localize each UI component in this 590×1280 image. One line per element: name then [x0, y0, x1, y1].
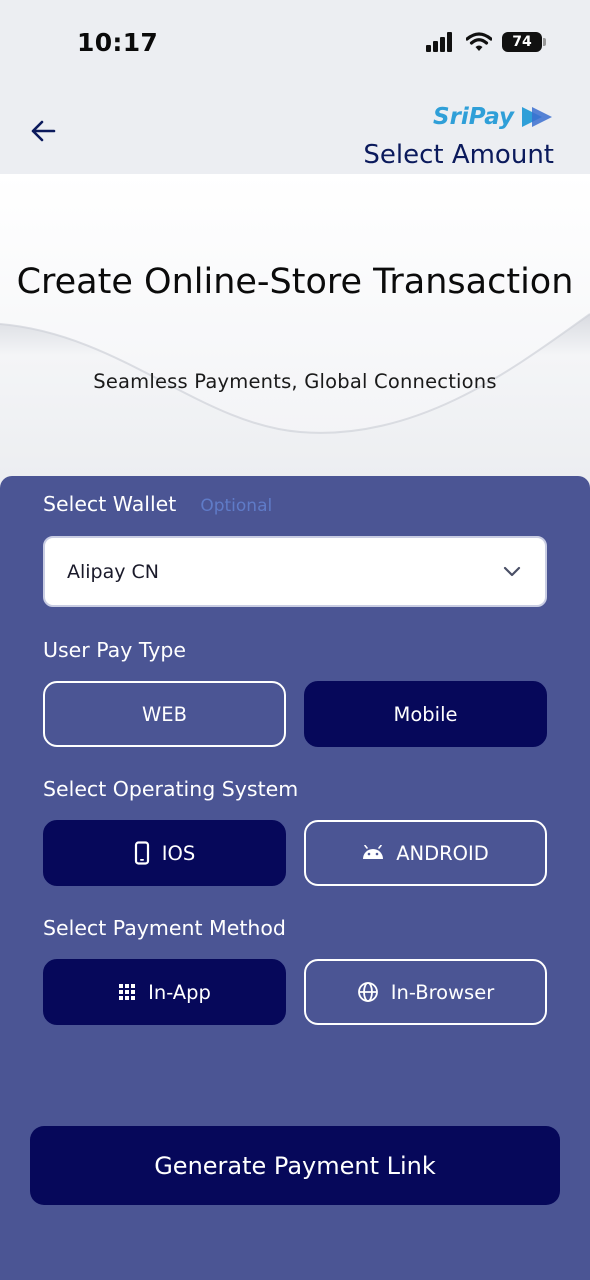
pay-type-label-row: User Pay Type	[43, 638, 186, 662]
pay-type-label: User Pay Type	[43, 638, 186, 662]
hero-banner: Create Online-Store Transaction Seamless…	[0, 174, 590, 479]
arrow-left-icon	[31, 120, 56, 142]
method-in-app-button[interactable]: In-App	[43, 959, 286, 1025]
payment-method-label-row: Select Payment Method	[43, 916, 286, 940]
signal-icon	[426, 32, 456, 52]
back-button[interactable]	[26, 114, 60, 148]
apps-grid-icon	[118, 983, 136, 1001]
os-options: IOS ANDROID	[43, 820, 547, 886]
status-time: 10:17	[77, 28, 159, 57]
pay-type-web-label: WEB	[142, 702, 187, 726]
chevron-down-icon	[503, 566, 521, 576]
os-ios-label: IOS	[161, 841, 196, 865]
wifi-icon	[466, 32, 492, 51]
optional-tag: Optional	[200, 496, 273, 516]
os-android-label: ANDROID	[396, 841, 489, 865]
pay-type-options: WEB Mobile	[43, 681, 547, 747]
brand-name: SriPay	[433, 104, 514, 130]
os-label: Select Operating System	[43, 777, 299, 801]
pay-type-mobile-button[interactable]: Mobile	[304, 681, 547, 747]
payment-method-options: In-App In-Browser	[43, 959, 547, 1025]
wave-background	[0, 174, 590, 479]
hero-subtitle: Seamless Payments, Global Connections	[93, 370, 497, 393]
os-label-row: Select Operating System	[43, 777, 298, 801]
method-in-browser-label: In-Browser	[390, 980, 495, 1004]
os-android-button[interactable]: ANDROID	[304, 820, 547, 886]
smartphone-icon	[134, 841, 150, 865]
payment-method-label: Select Payment Method	[43, 916, 286, 940]
wallet-label: Select Wallet	[43, 492, 177, 516]
method-in-browser-button[interactable]: In-Browser	[304, 959, 547, 1025]
hero-title: Create Online-Store Transaction	[16, 262, 574, 302]
generate-payment-link-button[interactable]: Generate Payment Link	[30, 1126, 560, 1205]
transaction-form: Select Wallet Optional Alipay CN User Pa…	[0, 476, 590, 1102]
status-bar: 10:17 74	[0, 0, 590, 90]
pay-type-web-button[interactable]: WEB	[43, 681, 286, 747]
footer-bar: Generate Payment Link	[0, 1102, 590, 1280]
android-icon	[362, 845, 384, 861]
battery-icon: 74	[502, 32, 546, 52]
play-arrow-icon	[522, 107, 552, 127]
pay-type-mobile-label: Mobile	[393, 702, 458, 726]
wallet-label-row: Select Wallet Optional	[43, 492, 272, 516]
wallet-dropdown[interactable]: Alipay CN	[43, 536, 547, 607]
brand-logo: SriPay	[433, 104, 554, 130]
globe-icon	[357, 981, 379, 1003]
method-in-app-label: In-App	[148, 980, 211, 1004]
wallet-selected-value: Alipay CN	[67, 560, 160, 583]
os-ios-button[interactable]: IOS	[43, 820, 286, 886]
page-title: Select Amount	[363, 140, 554, 170]
status-icons: 74	[426, 32, 546, 52]
app-header: SriPay Select Amount	[0, 90, 590, 174]
